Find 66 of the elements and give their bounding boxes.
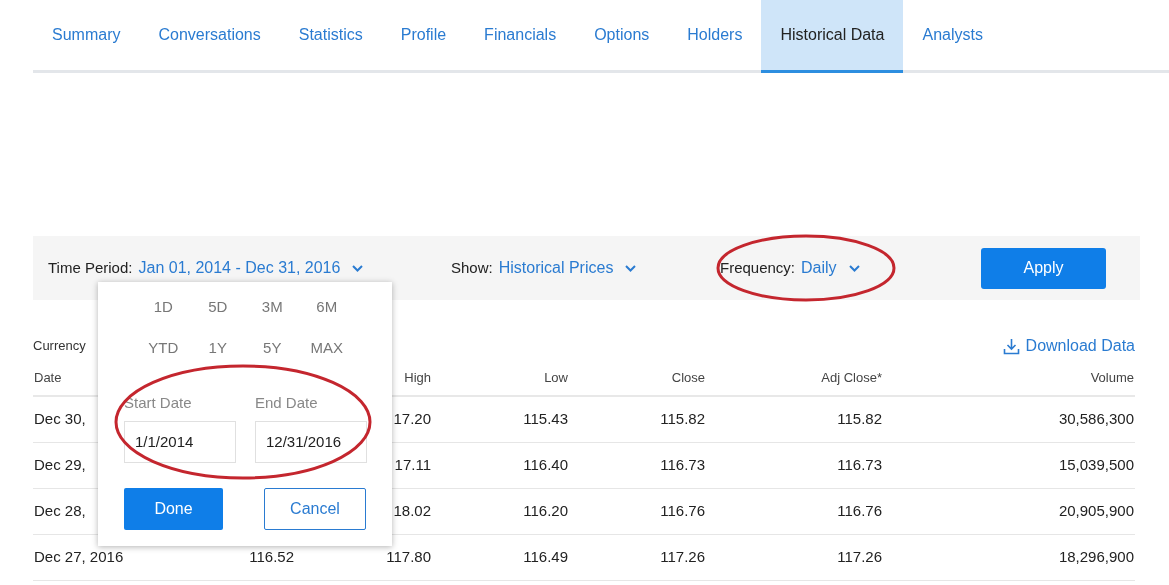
chevron-down-icon [848,264,860,272]
table-cell: 116.73 [660,455,705,473]
download-link[interactable]: Download Data [1002,334,1135,358]
range-option[interactable]: 5D [190,296,245,319]
tab[interactable]: Holders [668,0,762,73]
filter-label: Time Period: [48,257,133,278]
table-cell: 15,039,500 [1058,455,1134,473]
table-cell: 117.26 [837,547,882,565]
chevron-down-icon [352,264,364,272]
table-cell: 117.26 [660,547,705,565]
cancel-button[interactable]: Cancel [264,487,366,530]
table-cell: 115.82 [837,410,882,427]
table-cell: 116.40 [523,455,568,473]
column-header: High [404,369,431,385]
table-cell: 116.52 [249,547,294,565]
range-option[interactable]: 6M [299,296,354,319]
filter-label: Show: [451,257,493,278]
table-cell: 18.02 [393,501,431,519]
range-option[interactable]: 5Y [245,336,300,359]
table-cell: 115.82 [660,410,705,427]
column-header: Low [544,369,568,385]
table-cell: 116.76 [660,501,705,519]
table-cell: 18,296,900 [1058,547,1134,565]
column-header: Date [34,369,62,385]
table-cell: Dec 28, [34,501,86,519]
apply-button[interactable]: Apply [981,247,1106,289]
table-cell: 116.20 [523,501,568,519]
tab[interactable]: Historical Data [761,0,904,73]
table-cell: 20,905,900 [1058,501,1134,519]
date-input[interactable]: 1/1/2014 [124,420,236,463]
chevron-down-icon [625,264,637,272]
done-button[interactable]: Done [124,487,223,530]
range-option[interactable]: 1Y [190,336,245,359]
table-cell: 17.20 [393,410,431,427]
column-header: Close [671,369,705,385]
table-cell: 116.49 [523,547,568,565]
range-option[interactable]: 3M [245,296,300,319]
table-cell: 116.73 [837,455,882,473]
table-cell: Dec 30, [34,410,86,427]
tab[interactable]: Summary [33,0,140,73]
table-cell: 116.76 [837,501,882,519]
range-option[interactable]: YTD [136,336,191,359]
column-header: Volume [1090,369,1134,385]
table-cell: Dec 27, 2016 [34,547,124,565]
tab[interactable]: Analysts [903,0,1002,73]
table-cell: 117.80 [386,547,431,565]
range-option[interactable]: MAX [299,336,354,359]
table-cell: Dec 29, [34,455,86,473]
tab[interactable]: Conversations [139,0,280,73]
currency-note: Currency [33,337,86,356]
date-input[interactable]: 12/31/2016 [255,420,367,463]
field-label: End Date [255,393,319,413]
table-cell: 30,586,300 [1058,410,1134,427]
table-cell: 17.11 [394,455,431,473]
tab[interactable]: Financials [465,0,576,73]
filter-label: Frequency: [720,257,796,278]
table-cell: 115.43 [523,410,568,427]
range-option[interactable]: 1D [136,296,191,319]
dropdown-button[interactable]: Jan 01, 2014 - Dec 31, 2016 [138,256,364,280]
dropdown-button[interactable]: Historical Prices [498,256,637,280]
tab[interactable]: Profile [381,0,466,73]
tab[interactable]: Options [575,0,669,73]
tab[interactable]: Statistics [279,0,382,73]
dropdown-button[interactable]: Daily [801,256,860,280]
column-header: Adj Close* [821,369,882,385]
download-icon [1002,337,1020,355]
